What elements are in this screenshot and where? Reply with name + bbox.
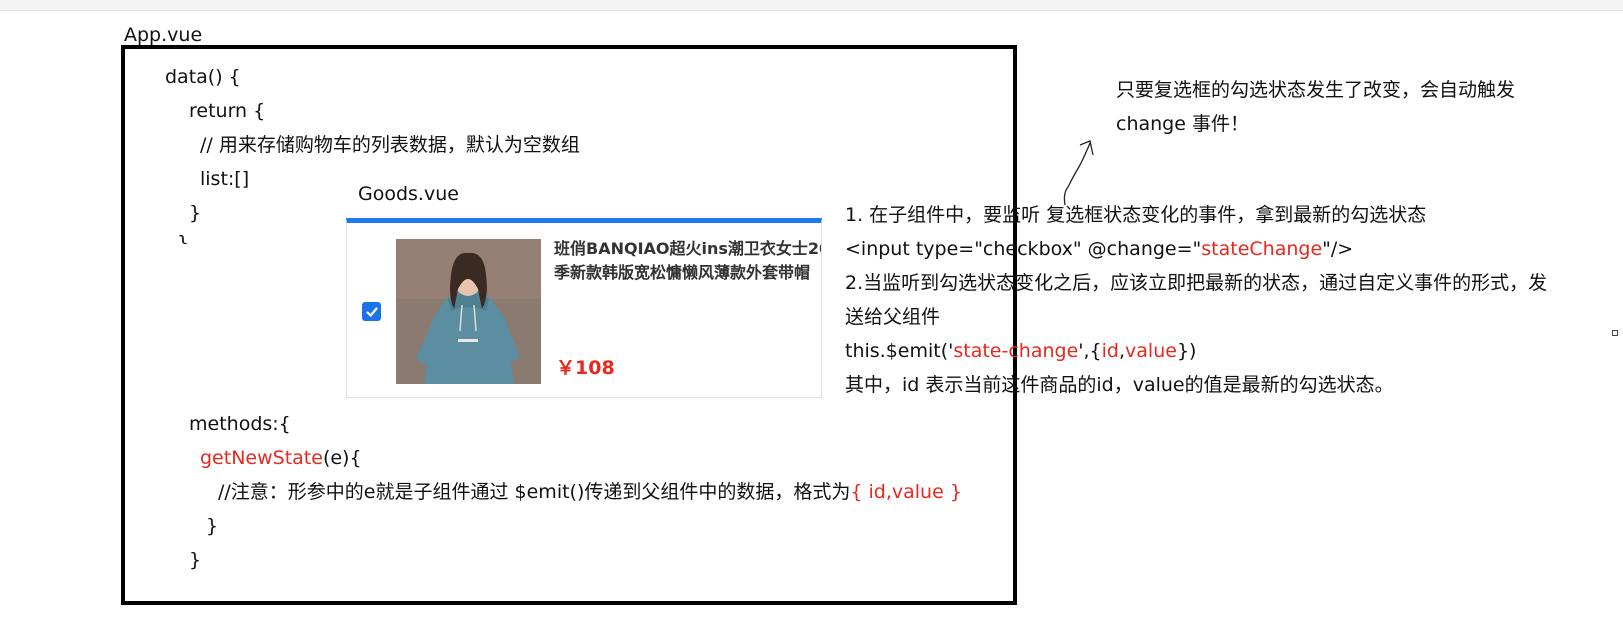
code-note-line: //注意：形参中的e就是子组件通过 $emit()传递到父组件中的数据，格式为{… <box>218 481 962 503</box>
code-method-signature: getNewState(e){ <box>200 446 362 470</box>
method-args: (e){ <box>322 447 362 469</box>
goods-title: 班俏BANQIAO超火ins潮卫衣女士2020秋冬 季新款韩版宽松慵懒风薄款外套… <box>554 237 821 285</box>
goods-item-card: 班俏BANQIAO超火ins潮卫衣女士2020秋冬 季新款韩版宽松慵懒风薄款外套… <box>346 218 822 398</box>
goods-vue-label: Goods.vue <box>358 183 459 205</box>
top-toolbar-strip <box>0 0 1623 11</box>
step1-code: <input type="checkbox" @change="stateCha… <box>845 238 1354 260</box>
explain-text: 其中，id 表示当前这件商品的id，value的值是最新的勾选状态。 <box>845 374 1394 396</box>
note-top-line1: 只要复选框的勾选状态发生了改变，会自动触发 <box>1116 79 1516 101</box>
code-methods-line: methods:{ <box>189 413 291 435</box>
emit-event-name: state-change <box>953 340 1079 362</box>
app-vue-label: App.vue <box>124 24 203 46</box>
step2-line2: 送给父组件 <box>845 306 941 328</box>
arrow-icon <box>1063 140 1094 206</box>
resize-handle[interactable] <box>1612 330 1618 336</box>
step1-text: 1. 在子组件中，要监听 复选框状态变化的事件，拿到最新的勾选状态 <box>845 204 1427 226</box>
goods-checkbox[interactable] <box>362 302 381 321</box>
hoodie-model-image <box>396 239 541 384</box>
checkmark-icon <box>365 306 378 317</box>
step2-line1: 2.当监听到勾选状态变化之后，应该立即把最新的状态，通过自定义事件的形式，发 <box>845 272 1548 294</box>
code-close-method: } <box>206 515 219 537</box>
state-change-handler: stateChange <box>1201 238 1323 260</box>
code-comment-line: // 用来存储购物车的列表数据，默认为空数组 <box>200 134 580 156</box>
code-return-line: return { <box>189 100 266 122</box>
method-name: getNewState <box>200 447 323 469</box>
emit-id: id <box>1101 340 1119 362</box>
goods-title-line2: 季新款韩版宽松慵懒风薄款外套带帽 <box>554 263 811 282</box>
code-close-return: } <box>189 202 202 224</box>
code-close-methods: } <box>189 549 202 571</box>
code-list-line: list:[] <box>200 168 250 190</box>
emit-code: this.$emit('state-change',{id,value}) <box>845 340 1197 362</box>
format-highlight: { id,value } <box>850 481 962 503</box>
goods-price: ￥108 <box>556 357 615 379</box>
note-top-line2: change 事件！ <box>1116 113 1249 135</box>
goods-title-line1: 班俏BANQIAO超火ins潮卫衣女士2020秋冬 <box>554 239 821 258</box>
code-close-data: } <box>177 232 190 244</box>
emit-value: value <box>1125 340 1177 362</box>
goods-image <box>396 239 541 384</box>
code-data-line: data() { <box>165 66 241 88</box>
